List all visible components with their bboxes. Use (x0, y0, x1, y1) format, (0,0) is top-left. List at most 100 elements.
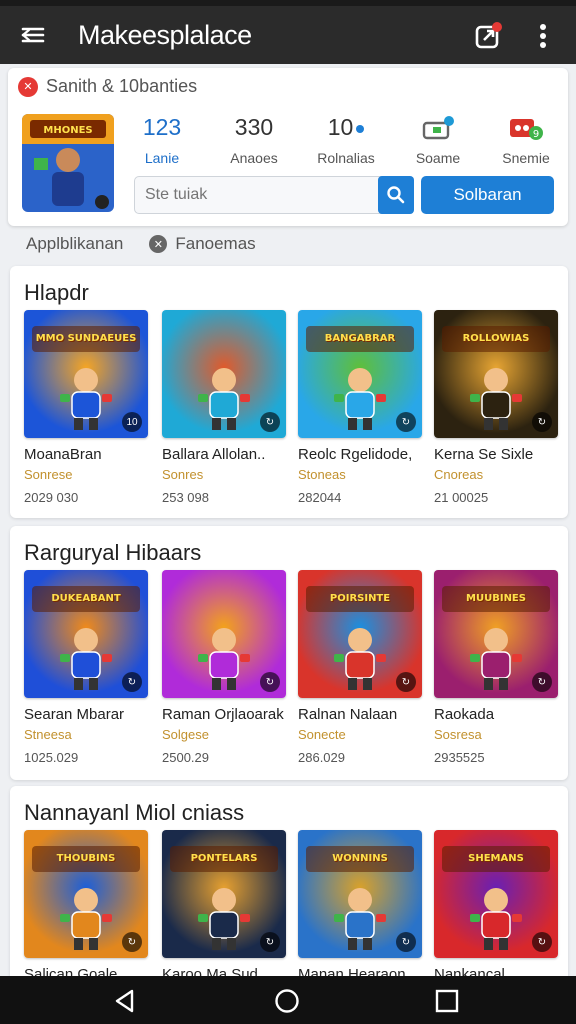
game-card[interactable]: ROLLOWIAS ↻ Kerna Se Sixle Cnoreas 21 00025 (434, 310, 558, 505)
play-badge-icon[interactable]: ↻ (532, 672, 552, 692)
play-badge-icon[interactable]: ↻ (396, 932, 416, 952)
game-date: 1025.029 (24, 750, 79, 765)
close-badge-icon[interactable]: ✕ (18, 76, 38, 97)
game-title: MoanaBran (24, 446, 102, 463)
gamepad-icon: 9 (510, 119, 543, 140)
stat-rolnalias[interactable]: 10 Rolnalias (306, 114, 386, 166)
recents-icon[interactable] (434, 988, 460, 1014)
game-card[interactable]: WONNINS ↻ Manan Hearaon (298, 830, 422, 983)
search-input[interactable] (135, 177, 375, 213)
game-title: Ballara Allolan.. (162, 446, 266, 463)
game-card[interactable]: BANGABRAR ↻ Reolc Rgelidode, Stoneas 282044 (298, 310, 422, 505)
game-title: Searan Mbarar (24, 706, 125, 723)
character-figure (198, 368, 250, 430)
game-thumbnail[interactable]: BANGABRAR ↻ (298, 310, 422, 438)
system-nav-bar (0, 976, 576, 1024)
game-thumbnail[interactable]: WONNINS ↻ (298, 830, 422, 958)
character-figure (470, 368, 522, 430)
game-card[interactable]: MUUBINES ↻ Raokada Sosresa 2935525 (434, 570, 558, 765)
search-field[interactable] (134, 176, 414, 214)
character-figure (60, 888, 112, 950)
play-badge-icon[interactable]: ↻ (260, 672, 280, 692)
search-button[interactable] (378, 176, 414, 214)
game-thumbnail[interactable]: PONTELARS ↻ (162, 830, 286, 958)
game-date: 2935525 (434, 750, 485, 765)
menu-icon[interactable] (20, 22, 46, 48)
stat-value: 330 (214, 114, 294, 146)
game-title: Ralnan Nalaan (298, 706, 398, 723)
character-figure (60, 368, 112, 430)
stat-lanie[interactable]: 123 Lanie (122, 114, 202, 166)
game-subtitle: Cnoreas (434, 467, 484, 482)
game-thumbnail[interactable]: ↻ (162, 570, 286, 698)
game-logo-banner: SHEMANS (442, 846, 550, 872)
close-filter-icon[interactable]: ✕ (149, 235, 168, 253)
section-nannayanl-miol-cniass: Nannayanl Miol cniass THOUBINS ↻ Salican G… (10, 786, 568, 986)
filter-fanoemas[interactable]: Fanoemas (175, 234, 255, 254)
game-card[interactable]: POIRSINTE ↻ Ralnan Nalaan Sonecte 286.029 (298, 570, 422, 765)
game-date: 2029 030 (24, 490, 79, 505)
stat-prefix: 3 (234, 114, 248, 140)
stat-number: 30 (247, 114, 274, 140)
stat-label: Lanie (144, 150, 180, 166)
stat-snemie[interactable]: 9 Snemie (486, 114, 566, 166)
play-badge-icon[interactable]: ↻ (532, 932, 552, 952)
play-badge-icon[interactable]: ↻ (396, 412, 416, 432)
game-thumbnail[interactable]: ROLLOWIAS ↻ (434, 310, 558, 438)
game-subtitle: Solgese (162, 727, 209, 742)
section-title: Hlapdr (24, 280, 89, 305)
play-badge-icon[interactable]: ↻ (122, 932, 142, 952)
game-logo-banner: BANGABRAR (306, 326, 414, 352)
stat-anaoes[interactable]: 330 Anaoes (214, 114, 294, 166)
primary-action-button[interactable]: Solbaran (421, 176, 554, 214)
character-figure (334, 368, 386, 430)
avatar[interactable]: MHONES (22, 114, 114, 212)
search-icon (387, 186, 405, 204)
play-badge-icon[interactable]: ↻ (122, 672, 142, 692)
character-figure (470, 628, 522, 690)
game-logo-banner: WONNINS (306, 846, 414, 872)
game-thumbnail[interactable]: THOUBINS ↻ (24, 830, 148, 958)
game-date: 2500.29 (162, 750, 209, 765)
game-thumbnail[interactable]: DUKEABANT ↻ (24, 570, 148, 698)
game-card[interactable]: THOUBINS ↻ Salican Goale (24, 830, 148, 983)
game-thumbnail[interactable]: POIRSINTE ↻ (298, 570, 422, 698)
game-card[interactable]: DUKEABANT ↻ Searan Mbarar Stneesa 1025.029 (24, 570, 148, 765)
dot-icon (356, 124, 365, 133)
play-badge-icon[interactable]: ↻ (532, 412, 552, 432)
play-badge-icon[interactable]: 10 (122, 412, 142, 432)
game-logo-banner: PONTELARS (170, 846, 278, 872)
game-subtitle: Sonrese (24, 467, 73, 482)
stat-label: Snemie (502, 150, 550, 166)
more-vert-icon[interactable] (530, 21, 556, 51)
stat-label: Rolnalias (317, 150, 375, 166)
game-title: Raokada (434, 706, 495, 723)
play-badge-icon[interactable]: ↻ (396, 672, 416, 692)
back-icon[interactable] (112, 988, 138, 1014)
character-figure (198, 628, 250, 690)
home-icon[interactable] (274, 988, 300, 1014)
game-thumbnail[interactable]: MUUBINES ↻ (434, 570, 558, 698)
avatar-image: MHONES (22, 114, 114, 212)
game-card[interactable]: MMO SUNDAEUES 10 MoanaBran Sonrese 2029 030 (24, 310, 148, 505)
game-thumbnail[interactable]: SHEMANS ↻ (434, 830, 558, 958)
character-figure (334, 888, 386, 950)
game-card[interactable]: ↻ Raman Orjlaoarak Solgese 2500.29 (162, 570, 286, 765)
game-card[interactable]: SHEMANS ↻ Nankancal (434, 830, 558, 983)
game-date: 253 098 (162, 490, 209, 505)
game-thumbnail[interactable]: ↻ (162, 310, 286, 438)
game-title: Raman Orjlaoarak (162, 706, 284, 723)
game-thumbnail[interactable]: MMO SUNDAEUES 10 (24, 310, 148, 438)
profile-card: ✕ Sanith & 10banties MHONES 123 Lanie 33… (8, 68, 568, 226)
character-figure (470, 888, 522, 950)
app-title: Makeesplalace (78, 20, 252, 50)
play-badge-icon[interactable]: ↻ (260, 932, 280, 952)
stat-soame[interactable]: Soame (398, 114, 478, 166)
play-badge-icon[interactable]: ↻ (260, 412, 280, 432)
game-card[interactable]: PONTELARS ↻ Karoo Ma Sud (162, 830, 286, 983)
game-card[interactable]: ↻ Ballara Allolan.. Sonres 253 098 (162, 310, 286, 505)
share-icon[interactable] (472, 20, 504, 52)
filter-row: Applblikanan ✕ Fanoemas (26, 234, 256, 254)
filter-applications[interactable]: Applblikanan (26, 234, 123, 254)
game-date: 21 00025 (434, 490, 489, 505)
